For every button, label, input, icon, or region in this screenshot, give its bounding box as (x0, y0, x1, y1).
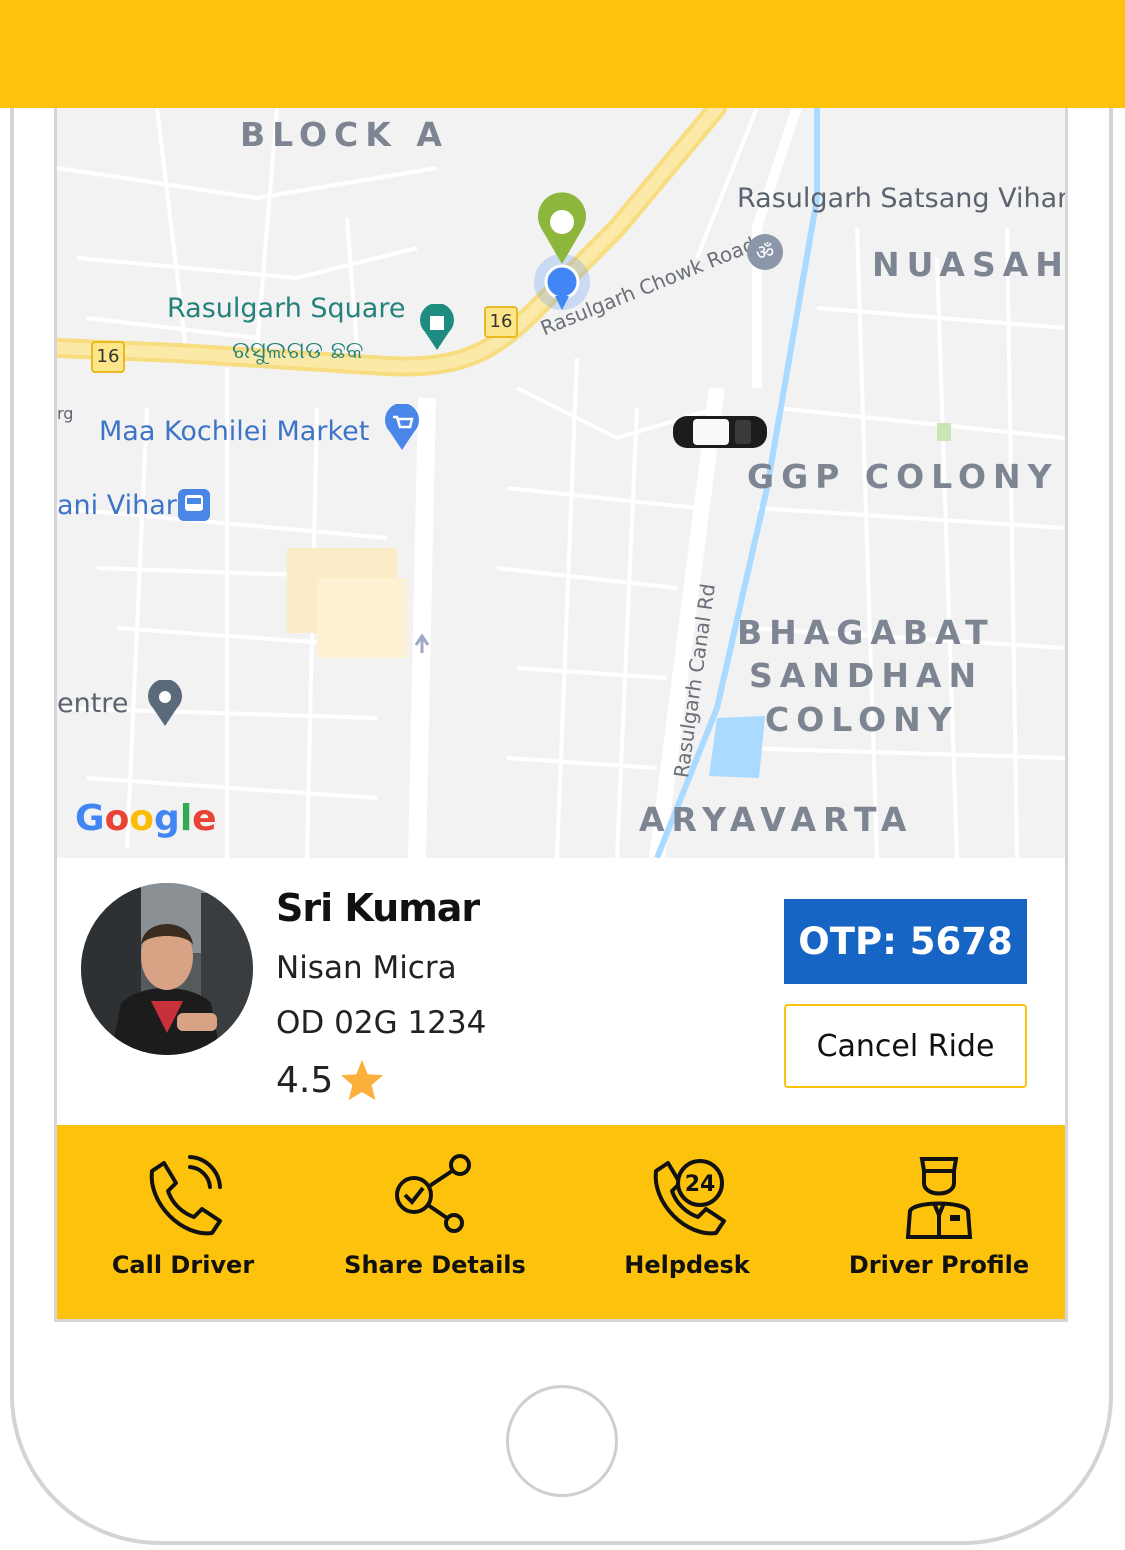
driver-plate-number: OD 02G 1234 (276, 1005, 487, 1041)
driver-card: Sri Kumar Nisan Micra OD 02G 1234 4.5 OT… (57, 858, 1065, 1123)
action-label: Share Details (344, 1251, 526, 1279)
rating-value: 4.5 (276, 1059, 334, 1101)
chauffeur-icon (905, 1157, 973, 1239)
bus-stop-icon[interactable] (177, 488, 211, 522)
action-bar: Call Driver Share Details 24 Helpdesk Dr… (57, 1125, 1065, 1319)
place-label: ରସୁଲଗଡ ଛକ (232, 336, 364, 364)
landmark-pin-icon[interactable] (417, 304, 457, 352)
area-label: ARYAVARTA (639, 800, 914, 839)
support-24-icon: 24 (653, 1159, 726, 1236)
google-attribution: Google (75, 798, 217, 839)
action-label: Call Driver (111, 1251, 255, 1279)
driver-rating: 4.5 (276, 1058, 385, 1102)
driver-profile-button[interactable]: Driver Profile (813, 1125, 1065, 1319)
place-label: Maa Kochilei Market (99, 416, 370, 447)
highway-shield: 16 (91, 341, 125, 373)
area-label: BHAGABAT (737, 613, 995, 652)
temple-icon[interactable]: ॐ (745, 232, 785, 272)
highway-shield: 16 (484, 306, 518, 338)
share-details-button[interactable]: Share Details (309, 1125, 561, 1319)
driver-car-icon (673, 416, 767, 448)
top-app-bar (0, 0, 1125, 108)
home-button[interactable] (506, 1385, 618, 1497)
svg-text:ॐ: ॐ (756, 240, 774, 264)
star-icon (341, 1059, 384, 1101)
area-label: GGP COLONY (747, 457, 1059, 496)
action-label: Driver Profile (848, 1251, 1030, 1279)
app-screen: BLOCK A NUASAH GGP COLONY BHAGABAT SANDH… (54, 108, 1068, 1322)
shopping-cart-pin-icon[interactable] (382, 404, 422, 452)
action-label: Helpdesk (624, 1251, 750, 1279)
place-label: entre (57, 688, 129, 719)
helpdesk-button[interactable]: 24 Helpdesk (561, 1125, 813, 1319)
driver-car-model: Nisan Micra (276, 950, 457, 986)
call-driver-button[interactable]: Call Driver (57, 1125, 309, 1319)
map-view[interactable]: BLOCK A NUASAH GGP COLONY BHAGABAT SANDH… (57, 108, 1065, 858)
place-label: Rasulgarh Satsang Vihar (737, 183, 1065, 214)
location-pin-icon[interactable] (145, 680, 185, 728)
area-label: BLOCK A (240, 115, 449, 154)
driver-name: Sri Kumar (276, 886, 480, 930)
place-label: rg (57, 404, 74, 423)
place-label: ani Vihar (57, 490, 177, 521)
svg-text:24: 24 (685, 1172, 716, 1197)
driver-avatar[interactable] (81, 883, 253, 1055)
cancel-ride-button[interactable]: Cancel Ride (784, 1004, 1027, 1088)
area-label: NUASAH (872, 245, 1065, 284)
area-label: COLONY (765, 700, 959, 739)
share-icon (395, 1154, 471, 1233)
place-label: Rasulgarh Square (167, 293, 406, 324)
pickup-pin-icon[interactable] (527, 192, 597, 312)
area-label: SANDHAN (749, 656, 984, 695)
phone-call-icon (149, 1155, 222, 1236)
otp-badge: OTP: 5678 (784, 899, 1027, 984)
